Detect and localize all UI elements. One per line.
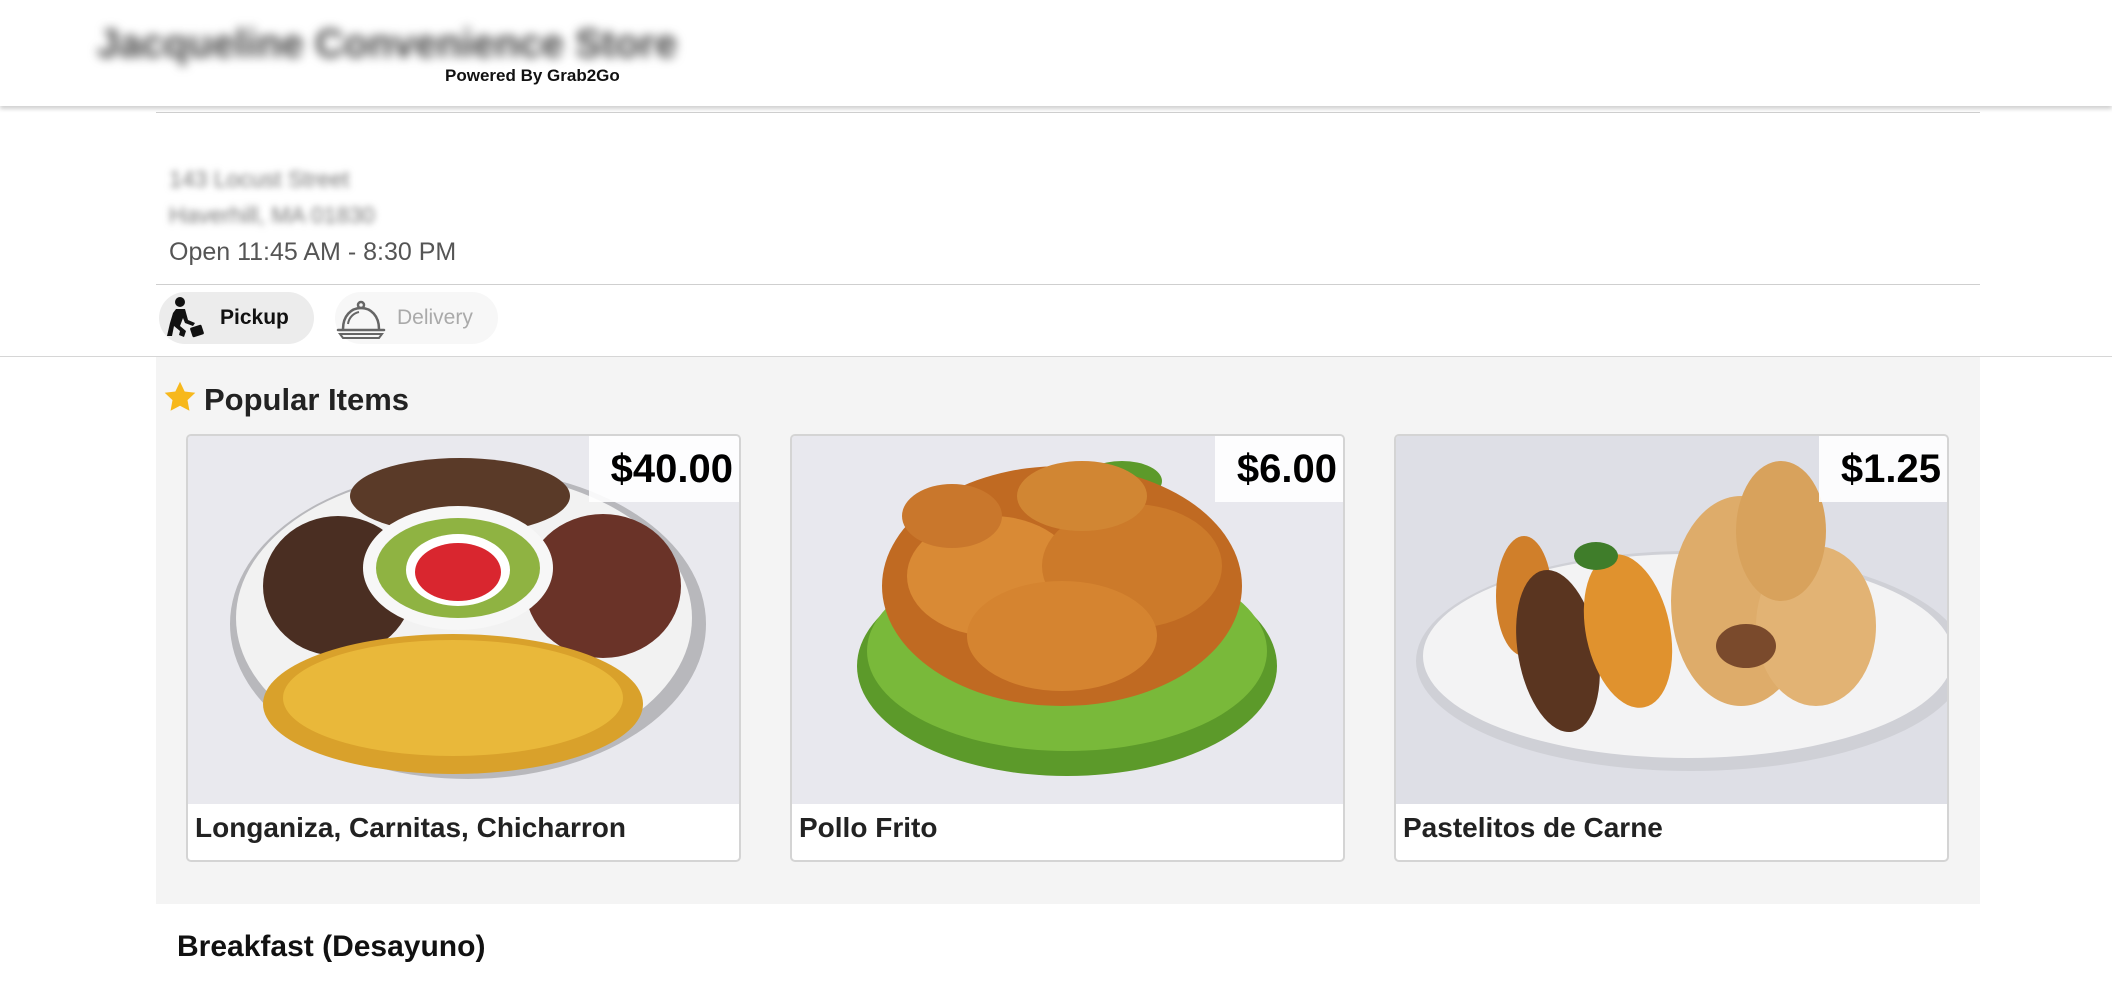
store-hours: Open 11:45 AM - 8:30 PM <box>169 238 457 266</box>
store-address-line2: Haverhill, MA 01830 <box>169 202 375 228</box>
star-icon <box>162 379 198 420</box>
divider <box>156 284 1980 285</box>
item-name: Longaniza, Carnitas, Chicharron <box>195 812 626 843</box>
pickup-label: Pickup <box>220 306 289 329</box>
divider <box>156 112 1980 113</box>
item-name: Pastelitos de Carne <box>1403 812 1663 843</box>
powered-by-label: Powered By Grab2Go <box>445 66 620 85</box>
item-price: $40.00 <box>588 436 739 502</box>
pickup-button[interactable]: Pickup <box>159 292 314 344</box>
site-header: Jacqueline Convenience Store Powered By … <box>0 0 2112 106</box>
item-price: $1.25 <box>1818 436 1947 502</box>
menu-item-card[interactable]: $1.25 Pastelitos de Carne <box>1394 434 1949 862</box>
menu-item-card[interactable]: $40.00 Longaniza, Carnitas, Chicharron <box>186 434 741 862</box>
menu-section-heading: Breakfast (Desayuno) <box>177 930 486 963</box>
item-name: Pollo Frito <box>799 812 938 843</box>
delivery-button[interactable]: Delivery <box>335 292 498 344</box>
menu-item-card[interactable]: $6.00 Pollo Frito <box>790 434 1345 862</box>
popular-items-title: Popular Items <box>204 381 409 417</box>
delivery-label: Delivery <box>397 306 473 329</box>
walking-person-luggage-icon <box>159 292 211 344</box>
store-name[interactable]: Jacqueline Convenience Store <box>97 22 677 67</box>
food-cloche-icon <box>335 292 387 344</box>
popular-items-section: Popular Items $40.00 Longaniza, Carnitas… <box>156 357 1980 904</box>
store-address-line1: 143 Locust Street <box>169 166 350 192</box>
item-price: $6.00 <box>1214 436 1343 502</box>
popular-items-header: Popular Items <box>162 379 409 420</box>
